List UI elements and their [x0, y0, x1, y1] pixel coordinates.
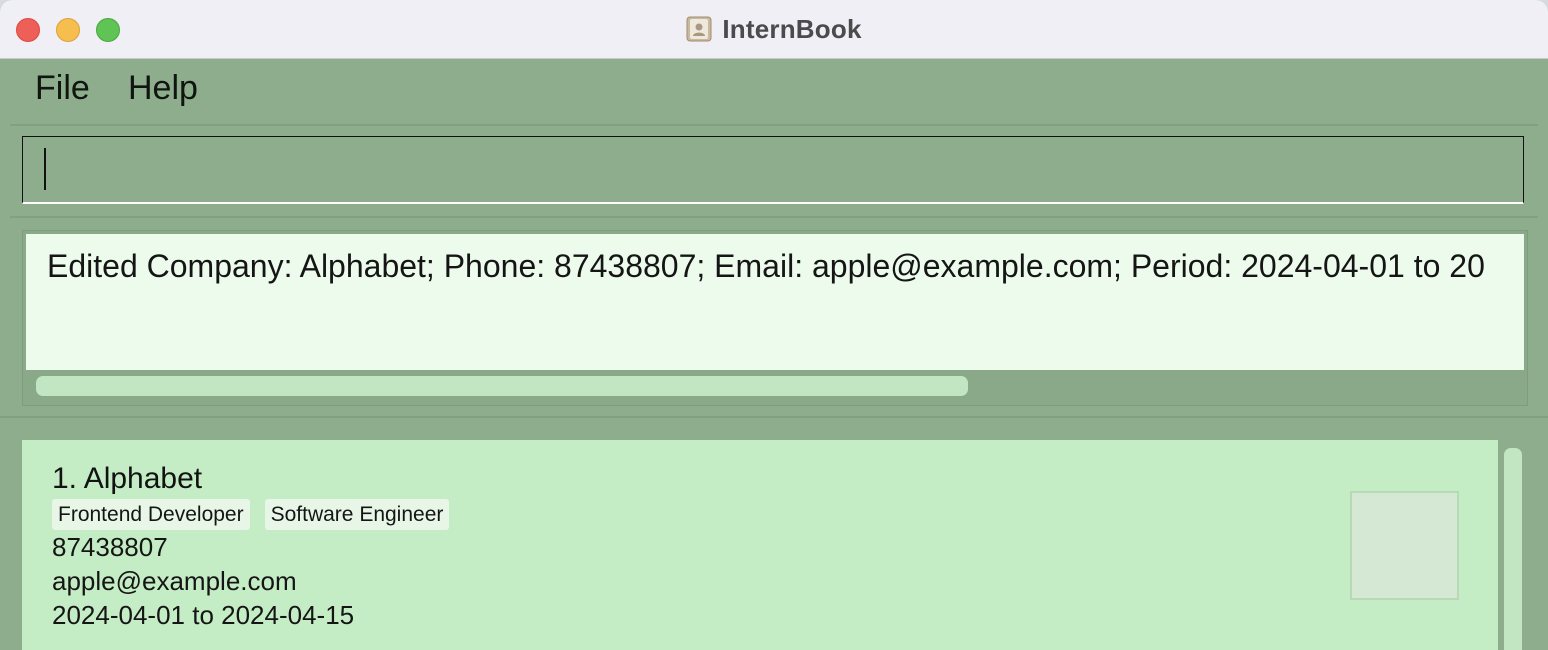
- contacts-book-icon: [686, 16, 712, 42]
- tag-label: Software Engineer: [264, 499, 450, 530]
- window-title-group: InternBook: [0, 0, 1548, 58]
- company-period: 2024-04-01 to 2024-04-15: [52, 600, 355, 630]
- menu-file[interactable]: File: [35, 69, 90, 108]
- command-box-panel: [10, 124, 1538, 218]
- title-bar[interactable]: InternBook: [0, 0, 1548, 59]
- command-input[interactable]: [22, 136, 1524, 204]
- result-display-panel: Edited Company: Alphabet; Phone: 8743880…: [22, 230, 1528, 406]
- result-display[interactable]: Edited Company: Alphabet; Phone: 8743880…: [26, 234, 1524, 370]
- vertical-scrollbar-thumb[interactable]: [1504, 448, 1522, 650]
- text-caret: [44, 148, 46, 190]
- company-name: 1. Alphabet: [52, 462, 203, 495]
- company-phone: 87438807: [52, 532, 168, 562]
- window-title: InternBook: [722, 13, 862, 44]
- company-list: 1. Alphabet Frontend Developer Software …: [0, 418, 1548, 650]
- company-tags: Frontend Developer Software Engineer: [52, 499, 450, 530]
- tag-label: Frontend Developer: [52, 499, 250, 530]
- app-window: InternBook File Help Edited Company: Alp…: [0, 0, 1548, 650]
- company-card[interactable]: 1. Alphabet Frontend Developer Software …: [22, 440, 1498, 650]
- company-image-placeholder: [1350, 491, 1459, 600]
- menu-help[interactable]: Help: [128, 69, 198, 108]
- menu-bar: File Help: [0, 59, 1548, 123]
- company-email: apple@example.com: [52, 566, 297, 596]
- horizontal-scrollbar-thumb[interactable]: [36, 376, 968, 396]
- result-message: Edited Company: Alphabet; Phone: 8743880…: [47, 248, 1485, 284]
